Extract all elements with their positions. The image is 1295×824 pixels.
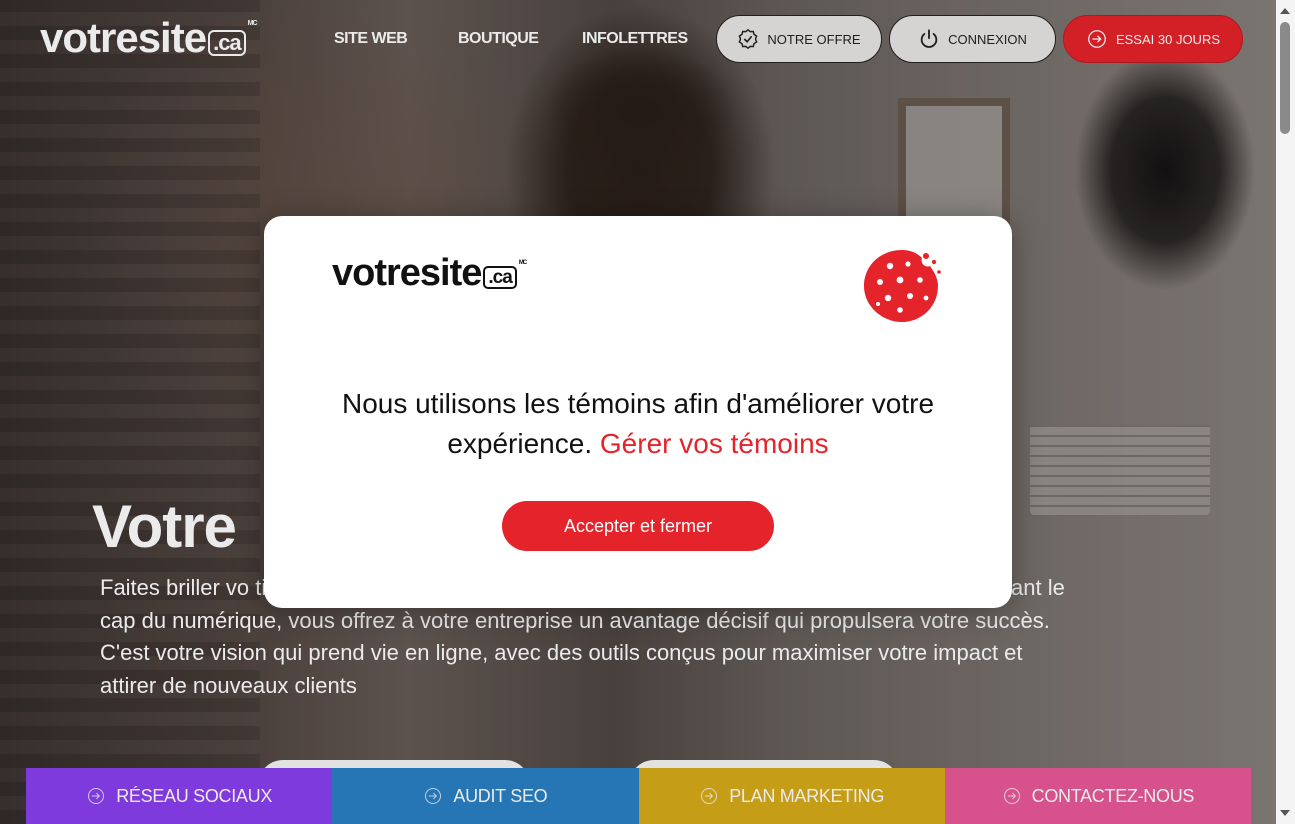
scroll-up-arrow-icon[interactable] bbox=[1280, 8, 1290, 14]
cookie-icon bbox=[864, 250, 941, 322]
scroll-thumb[interactable] bbox=[1280, 22, 1290, 134]
modal-logo-mark: MC bbox=[518, 260, 527, 266]
modal-logo-ca: .ca bbox=[483, 266, 517, 289]
modal-logo: votresite .ca MC bbox=[332, 252, 527, 295]
cookie-message: Nous utilisons les témoins afin d'amélio… bbox=[304, 384, 972, 464]
cookie-consent-modal: votresite .ca MC Nous utilisons les témo… bbox=[264, 216, 1012, 608]
scroll-down-arrow-icon[interactable] bbox=[1280, 810, 1290, 816]
manage-cookies-link[interactable]: Gérer vos témoins bbox=[600, 428, 829, 459]
modal-logo-text: votresite bbox=[332, 252, 482, 294]
page-scrollbar[interactable] bbox=[1276, 0, 1295, 824]
accept-and-close-button[interactable]: Accepter et fermer bbox=[502, 501, 774, 551]
